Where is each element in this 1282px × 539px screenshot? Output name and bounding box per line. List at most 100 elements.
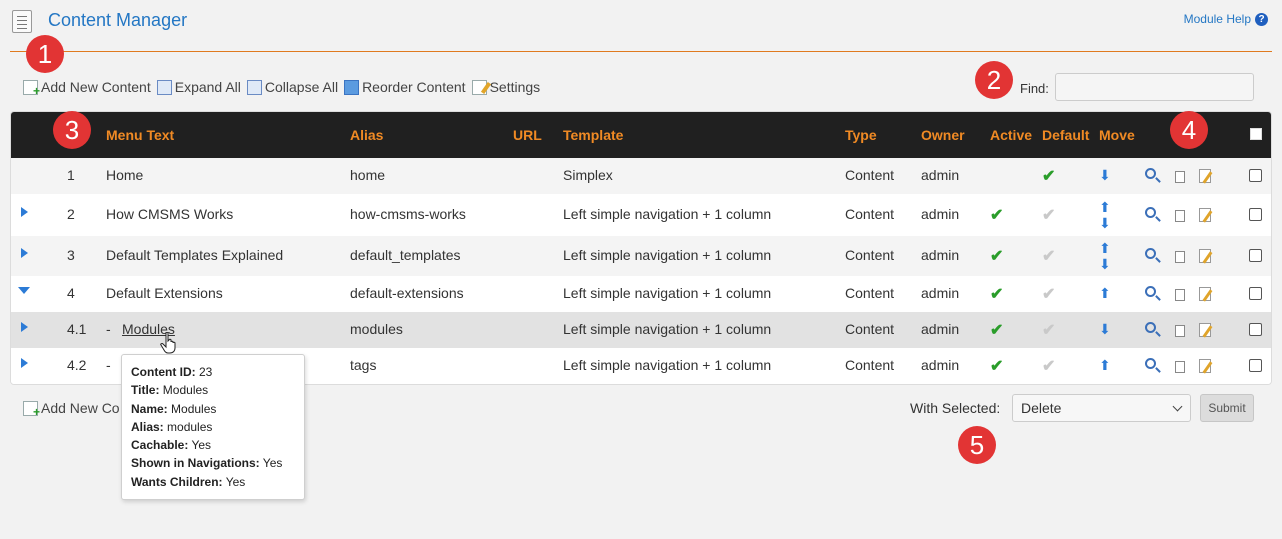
- row-select-checkbox[interactable]: [1249, 208, 1262, 221]
- copy-icon[interactable]: [1175, 322, 1191, 337]
- with-selected-value[interactable]: Delete: [1021, 400, 1061, 416]
- menu-text-link[interactable]: How CMSMS Works: [106, 206, 233, 222]
- collapse-all-label[interactable]: Collapse All: [265, 79, 338, 95]
- default-check-icon[interactable]: ✔: [1042, 246, 1055, 266]
- select-all-checkbox[interactable]: [1250, 128, 1262, 140]
- view-icon[interactable]: [1145, 207, 1156, 218]
- active-check-icon[interactable]: ✔: [990, 284, 1003, 304]
- menu-text-link[interactable]: Default Templates Explained: [106, 247, 283, 263]
- column-alias[interactable]: Alias: [350, 127, 383, 143]
- bottom-add-new-content-button[interactable]: Add New Co: [23, 400, 120, 419]
- settings-button[interactable]: Settings: [471, 79, 541, 95]
- view-icon[interactable]: [1145, 168, 1156, 179]
- reorder-content-button[interactable]: Reorder Content: [344, 79, 466, 95]
- view-icon[interactable]: [1145, 322, 1156, 333]
- menu-text-link[interactable]: Default Extensions: [106, 285, 223, 301]
- move-down-icon[interactable]: ⬇: [1099, 257, 1111, 271]
- column-url[interactable]: URL: [513, 127, 542, 143]
- expand-row-icon[interactable]: [21, 207, 28, 217]
- row-select-checkbox[interactable]: [1249, 323, 1262, 336]
- with-selected-select[interactable]: Delete: [1012, 394, 1191, 422]
- expand-row-icon[interactable]: [21, 248, 28, 258]
- table-row[interactable]: 4 Default Extensions default-extensions Lef…: [11, 276, 1271, 312]
- copy-icon[interactable]: [1175, 248, 1191, 263]
- copy-icon[interactable]: [1175, 358, 1191, 373]
- copy-icon[interactable]: [1175, 207, 1191, 222]
- edit-icon[interactable]: [1199, 249, 1211, 263]
- template-cell: Left simple navigation + 1 column: [563, 321, 772, 337]
- default-check-icon[interactable]: ✔: [1042, 284, 1055, 304]
- move-up-icon[interactable]: ⬆: [1099, 358, 1111, 372]
- collapse-row-icon[interactable]: [18, 287, 30, 294]
- help-icon[interactable]: ?: [1255, 12, 1268, 26]
- move-down-icon[interactable]: ⬇: [1099, 168, 1111, 182]
- row-indent-prefix: -: [106, 357, 111, 373]
- expand-all-label[interactable]: Expand All: [175, 79, 241, 95]
- move-up-icon[interactable]: ⬆: [1099, 241, 1111, 255]
- column-active[interactable]: Active: [990, 127, 1032, 143]
- add-content-icon[interactable]: [23, 79, 40, 98]
- column-type[interactable]: Type: [845, 127, 877, 143]
- default-check-icon[interactable]: ✔: [1042, 166, 1055, 186]
- edit-icon[interactable]: [1199, 208, 1211, 222]
- table-row[interactable]: 4.1- Modules modules Left simple navigation…: [11, 312, 1271, 348]
- column-owner[interactable]: Owner: [921, 127, 965, 143]
- table-row[interactable]: 2 How CMSMS Works how-cmsms-works Left simp…: [11, 194, 1271, 236]
- row-select-checkbox[interactable]: [1249, 287, 1262, 300]
- add-new-content-label[interactable]: Add New Content: [41, 79, 151, 95]
- row-select-checkbox[interactable]: [1249, 359, 1262, 372]
- column-default[interactable]: Default: [1042, 127, 1089, 143]
- edit-icon[interactable]: [1199, 169, 1211, 183]
- active-check-icon[interactable]: ✔: [990, 205, 1003, 225]
- owner-cell: admin: [921, 206, 960, 222]
- table-row[interactable]: 3 Default Templates Explained default_temp…: [11, 236, 1271, 276]
- submit-button[interactable]: Submit: [1200, 394, 1254, 422]
- bottom-add-new-content-label[interactable]: Add New Co: [41, 400, 120, 416]
- column-menu-text[interactable]: Menu Text: [106, 127, 174, 143]
- menu-text-link[interactable]: Home: [106, 167, 143, 183]
- tooltip-value: Modules: [162, 383, 209, 398]
- reorder-content-icon[interactable]: [344, 79, 360, 95]
- default-check-icon[interactable]: ✔: [1042, 356, 1055, 376]
- expand-all-icon[interactable]: [156, 79, 172, 95]
- settings-icon[interactable]: [471, 79, 487, 95]
- default-check-icon[interactable]: ✔: [1042, 205, 1055, 225]
- reorder-content-label[interactable]: Reorder Content: [362, 79, 466, 95]
- edit-icon[interactable]: [1199, 359, 1211, 373]
- copy-icon[interactable]: [1175, 168, 1191, 183]
- move-down-icon[interactable]: ⬇: [1099, 322, 1111, 336]
- move-up-icon[interactable]: ⬆: [1099, 286, 1111, 300]
- view-icon[interactable]: [1145, 248, 1156, 259]
- view-icon[interactable]: [1145, 358, 1156, 369]
- chevron-down-icon[interactable]: [1172, 401, 1183, 412]
- tooltip-line: Content ID: 23: [131, 363, 295, 381]
- move-up-icon[interactable]: ⬆: [1099, 200, 1111, 214]
- collapse-all-button[interactable]: Collapse All: [246, 79, 338, 95]
- move-down-icon[interactable]: ⬇: [1099, 216, 1111, 230]
- active-check-icon[interactable]: ✔: [990, 320, 1003, 340]
- tooltip-label: Wants Children:: [131, 474, 223, 489]
- default-check-icon[interactable]: ✔: [1042, 320, 1055, 340]
- edit-icon[interactable]: [1199, 287, 1211, 301]
- collapse-all-icon[interactable]: [246, 79, 262, 95]
- module-help-link[interactable]: Module Help ?: [1184, 12, 1268, 26]
- active-check-icon[interactable]: ✔: [990, 246, 1003, 266]
- expand-row-icon[interactable]: [21, 358, 28, 368]
- expand-row-icon[interactable]: [21, 322, 28, 332]
- view-icon[interactable]: [1145, 286, 1156, 297]
- edit-icon[interactable]: [1199, 323, 1211, 337]
- column-template[interactable]: Template: [563, 127, 623, 143]
- callout-2: 2: [975, 61, 1013, 99]
- row-select-checkbox[interactable]: [1249, 249, 1262, 262]
- copy-icon[interactable]: [1175, 286, 1191, 301]
- table-row[interactable]: 1 Home home Simplex Content admin ✔ ⬇: [11, 158, 1271, 194]
- find-input[interactable]: [1055, 73, 1254, 101]
- module-help-label[interactable]: Module Help: [1184, 12, 1251, 26]
- add-content-icon[interactable]: [23, 400, 40, 419]
- column-move[interactable]: Move: [1099, 127, 1135, 143]
- add-new-content-button[interactable]: Add New Content: [23, 79, 151, 98]
- row-select-checkbox[interactable]: [1249, 169, 1262, 182]
- settings-label[interactable]: Settings: [490, 79, 541, 95]
- expand-all-button[interactable]: Expand All: [156, 79, 241, 95]
- active-check-icon[interactable]: ✔: [990, 356, 1003, 376]
